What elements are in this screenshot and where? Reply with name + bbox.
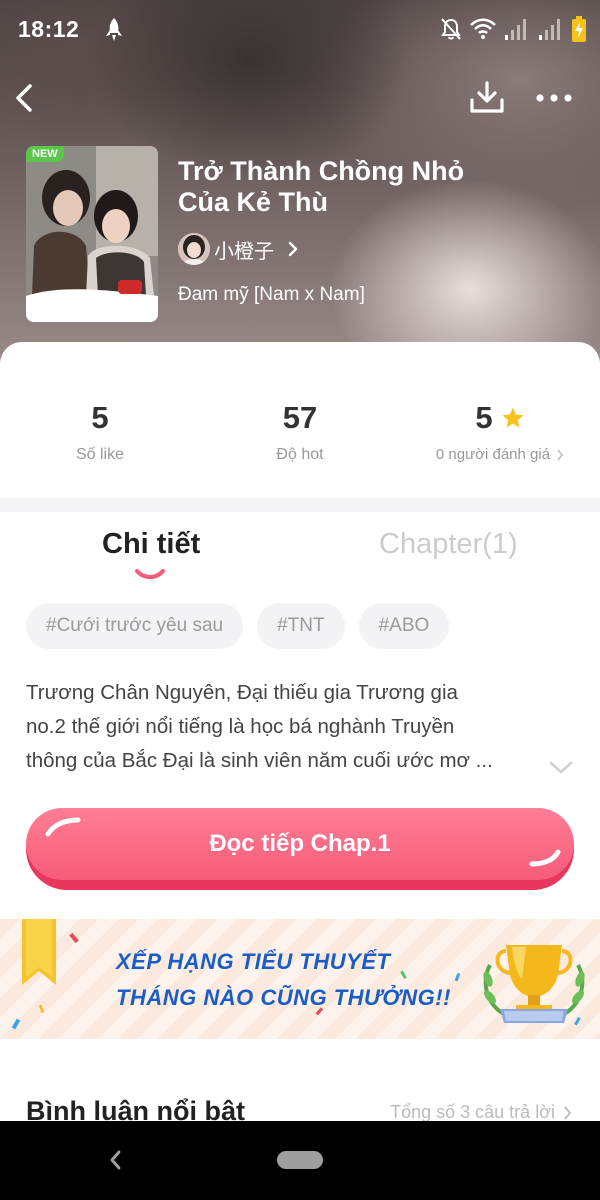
banner-line: XẾP HẠNG TIỂU THUYẾT: [116, 949, 391, 974]
signal-icon: [505, 19, 526, 40]
back-button[interactable]: [10, 80, 40, 116]
stats-row: 5 Số like 57 Độ hot 5 0 người đánh giá: [0, 342, 600, 498]
tag-chip[interactable]: #Cưới trước yêu sau: [26, 603, 244, 649]
tab-chapter[interactable]: Chapter(1): [379, 528, 518, 561]
chevron-right-icon: [557, 449, 564, 460]
banner-line: THÁNG NÀO CŨNG THƯỞNG!!: [116, 985, 451, 1010]
likes-label: Số like: [75, 446, 125, 463]
star-icon: [502, 407, 524, 428]
download-icon[interactable]: [468, 80, 506, 116]
tag-list: #Cưới trước yêu sau #TNT #ABO: [26, 603, 450, 649]
book-title-line: Của Kẻ Thù: [178, 187, 329, 217]
new-badge: NEW: [26, 146, 64, 162]
system-navigation-bar: [0, 1121, 600, 1200]
chevron-right-icon: [288, 241, 298, 257]
book-cover[interactable]: NEW: [26, 146, 158, 322]
status-icons: [440, 16, 586, 42]
avatar: [178, 233, 210, 265]
stat-hot: 57 Độ hot: [200, 398, 400, 464]
book-title-line: Trở Thành Chồng Nhỏ: [178, 156, 465, 186]
book-genre: Đam mỹ [Nam x Nam]: [178, 284, 365, 305]
trophy-icon: [483, 945, 585, 1023]
tag-chip[interactable]: #TNT: [257, 603, 345, 649]
author-name: 小橙子: [214, 240, 274, 263]
rocket-icon: [106, 18, 122, 41]
signal-icon: [539, 19, 560, 40]
more-horizontal-icon[interactable]: [534, 84, 574, 112]
stat-rating[interactable]: 5 0 người đánh giá: [400, 398, 600, 463]
description-line: thông của Bắc Đại là sinh viên năm cuối …: [26, 749, 493, 772]
detail-sheet: 5 Số like 57 Độ hot 5 0 người đánh giá C: [0, 342, 600, 1132]
author-link[interactable]: 小橙子: [178, 233, 300, 265]
continue-reading-button[interactable]: Đọc tiếp Chap.1: [26, 808, 574, 890]
rating-label: 0 người đánh giá: [435, 446, 551, 463]
book-title: Trở Thành Chồng Nhỏ Của Kẻ Thù: [178, 156, 578, 218]
comments-count-link[interactable]: Tổng số 3 câu trả lời: [390, 1102, 572, 1123]
tag-chip[interactable]: #ABO: [358, 603, 450, 649]
description-line: no.2 thế giới nổi tiếng là học bá nghành…: [26, 715, 455, 738]
book-description: Trương Chân Nguyên, Đại thiếu gia Trương…: [26, 676, 551, 778]
rating-value-row: 5: [400, 398, 600, 438]
cover-image: [26, 146, 158, 322]
continue-reading-label: Đọc tiếp Chap.1: [209, 830, 391, 857]
chevron-down-icon[interactable]: [548, 760, 574, 776]
wifi-icon: [470, 18, 496, 39]
description-line: Trương Chân Nguyên, Đại thiếu gia Trương…: [26, 681, 458, 704]
rating-label-row: 0 người đánh giá: [400, 446, 600, 463]
system-back-icon[interactable]: [108, 1149, 122, 1171]
system-home-button[interactable]: [277, 1151, 323, 1169]
tab-bar: Chi tiết Chapter(1): [0, 522, 600, 584]
stat-likes: 5 Số like: [0, 398, 200, 464]
section-divider: [0, 498, 600, 512]
rating-value: 5: [475, 400, 493, 435]
hot-label: Độ hot: [276, 446, 324, 463]
ranking-banner[interactable]: XẾP HẠNG TIỂU THUYẾT THÁNG NÀO CŨNG THƯỞ…: [0, 919, 600, 1039]
status-time: 18:12: [18, 16, 80, 42]
battery-charging-icon: [572, 16, 586, 42]
status-bar: 18:12: [0, 0, 600, 62]
comments-count: Tổng số 3 câu trả lời: [390, 1102, 555, 1122]
bell-off-icon: [441, 18, 461, 40]
tab-active-indicator: [135, 569, 165, 579]
hot-value: 57: [282, 400, 318, 435]
book-header: 18:12 NEW Trở Thành Chồng Nhỏ Của Kẻ Thù…: [0, 0, 600, 370]
chevron-right-icon: [564, 1105, 572, 1120]
tab-detail[interactable]: Chi tiết: [102, 528, 200, 561]
likes-value: 5: [91, 400, 109, 435]
